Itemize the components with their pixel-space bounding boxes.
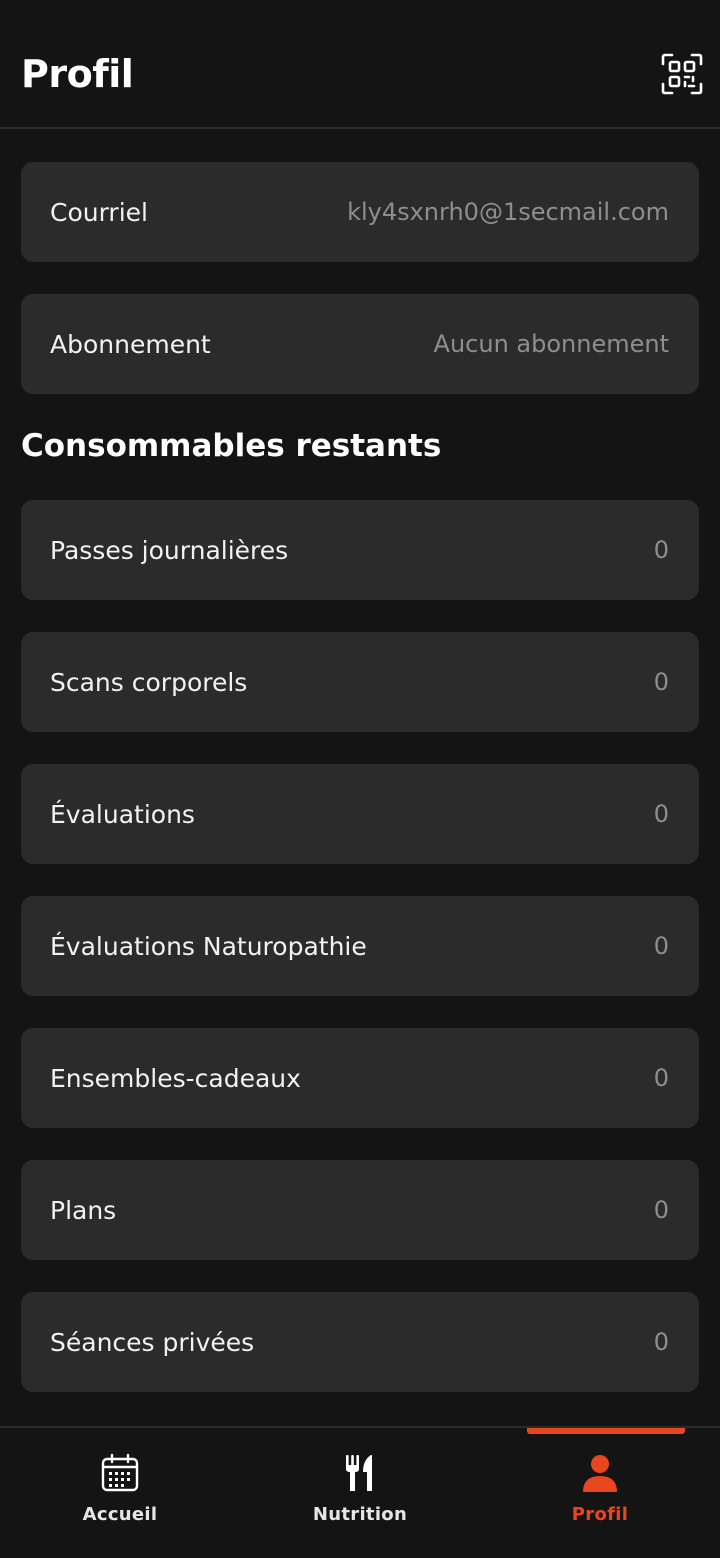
section-title: Consommables restants (21, 428, 442, 464)
nav-tab-accueil[interactable]: Accueil (0, 1428, 240, 1558)
bottom-nav: Accueil Nutrition Profil (0, 1426, 720, 1558)
consumable-row-body-scans: Scans corporels 0 (21, 632, 699, 732)
subscription-row[interactable]: Abonnement Aucun abonnement (21, 294, 699, 394)
consumable-label: Scans corporels (50, 667, 248, 697)
consumable-label: Plans (50, 1195, 117, 1225)
qr-code-icon (661, 53, 703, 95)
nav-tab-nutrition[interactable]: Nutrition (240, 1428, 480, 1558)
email-value: kly4sxnrh0@1secmail.com (347, 198, 669, 226)
consumable-row-plans: Plans 0 (21, 1160, 699, 1260)
consumable-label: Séances privées (50, 1327, 255, 1357)
consumable-count: 0 (653, 1064, 669, 1092)
nav-label: Accueil (82, 1504, 158, 1525)
nav-label: Nutrition (312, 1504, 408, 1525)
consumable-count: 0 (653, 536, 669, 564)
consumable-count: 0 (653, 1328, 669, 1356)
consumable-label: Passes journalières (50, 535, 289, 565)
email-row: Courriel kly4sxnrh0@1secmail.com (21, 162, 699, 262)
consumable-label: Ensembles-cadeaux (50, 1063, 301, 1093)
consumable-label: Évaluations (50, 799, 195, 829)
consumable-label: Évaluations Naturopathie (50, 931, 367, 961)
fork-knife-icon (346, 1455, 372, 1491)
email-label: Courriel (50, 197, 148, 227)
qr-code-button[interactable] (660, 52, 704, 96)
subscription-value: Aucun abonnement (433, 330, 669, 358)
consumable-row-gift-sets: Ensembles-cadeaux 0 (21, 1028, 699, 1128)
consumable-row-private-sessions: Séances privées 0 (21, 1292, 699, 1392)
consumable-count: 0 (653, 1196, 669, 1224)
consumable-row-day-passes: Passes journalières 0 (21, 500, 699, 600)
calendar-icon (101, 1453, 139, 1492)
consumable-count: 0 (653, 932, 669, 960)
consumable-count: 0 (653, 668, 669, 696)
header: Profil (0, 0, 720, 129)
profile-content: Courriel kly4sxnrh0@1secmail.com Abonnem… (21, 162, 699, 1424)
nav-label: Profil (571, 1504, 629, 1525)
consumable-row-evaluations: Évaluations 0 (21, 764, 699, 864)
consumable-row-naturopathy: Évaluations Naturopathie 0 (21, 896, 699, 996)
consumable-count: 0 (653, 800, 669, 828)
nav-tab-profil[interactable]: Profil (480, 1428, 720, 1558)
subscription-label: Abonnement (50, 329, 211, 359)
person-icon (583, 1455, 617, 1492)
page-title: Profil (21, 52, 134, 96)
